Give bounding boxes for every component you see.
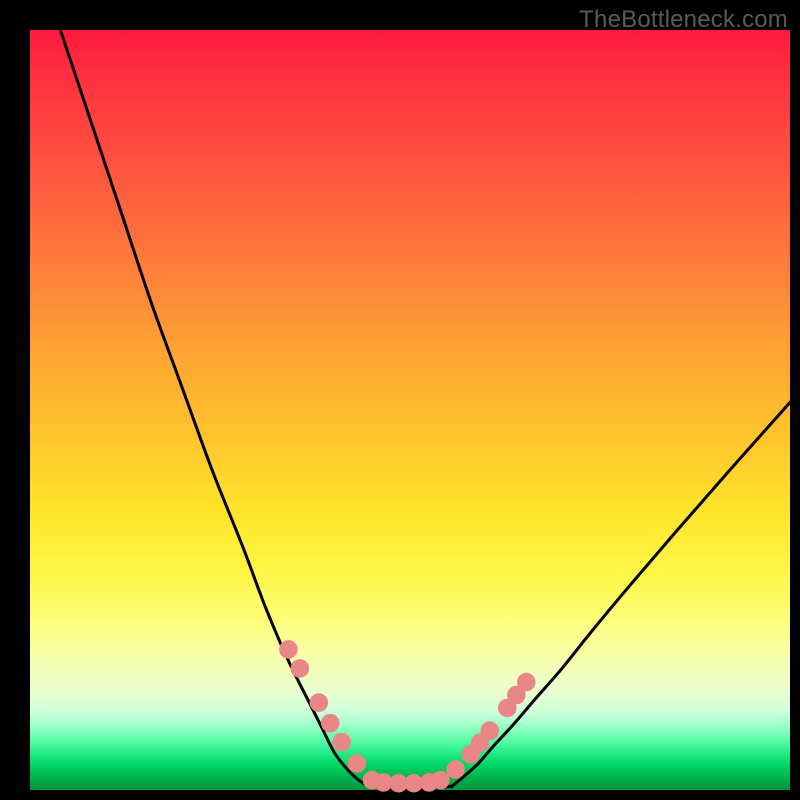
curve-marker bbox=[446, 760, 465, 779]
curve-marker bbox=[321, 714, 340, 733]
curve-layer bbox=[30, 30, 790, 790]
curve-marker bbox=[431, 771, 450, 790]
bottleneck-curve-path bbox=[60, 30, 790, 789]
chart-frame: TheBottleneck.com bbox=[0, 0, 800, 800]
curve-marker bbox=[310, 693, 329, 712]
curve-marker bbox=[291, 659, 310, 678]
curve-marker bbox=[332, 733, 351, 752]
curve-marker bbox=[348, 754, 367, 773]
curve-marker bbox=[517, 673, 536, 692]
curve-marker bbox=[481, 721, 500, 740]
plot-area bbox=[30, 30, 790, 790]
bottleneck-curve bbox=[60, 30, 790, 789]
curve-marker bbox=[279, 640, 298, 659]
